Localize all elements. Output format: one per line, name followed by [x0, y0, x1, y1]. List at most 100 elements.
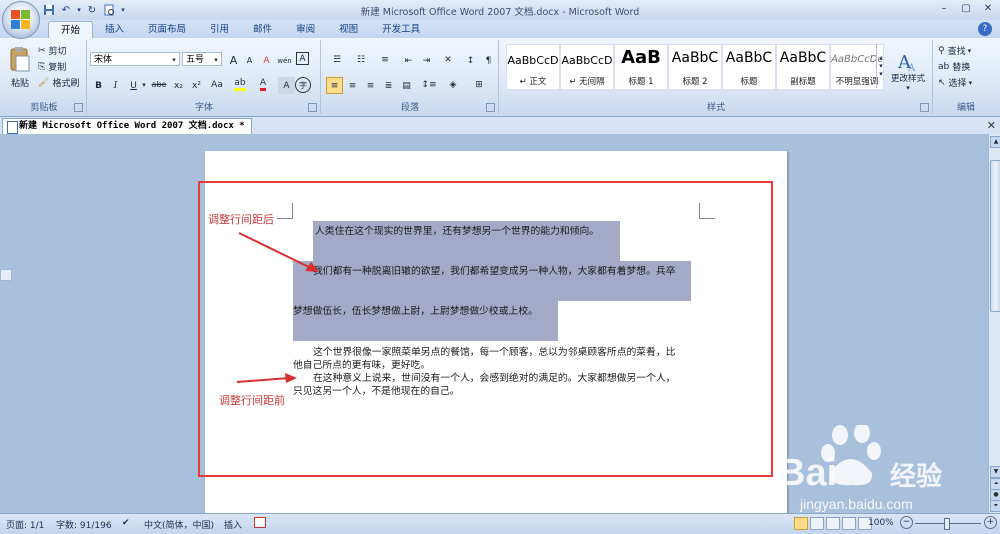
align-right-icon: ≡	[366, 80, 375, 91]
borders-button[interactable]: ⊞	[468, 77, 490, 92]
zoom-level[interactable]: 100%	[868, 518, 894, 528]
styles-scroll[interactable]: ▴ ▾ ▾	[876, 44, 885, 88]
show-marks-button[interactable]: ¶	[480, 52, 497, 69]
close-button[interactable]: ✕	[980, 2, 996, 16]
styles-group-label: 样式	[706, 103, 725, 113]
document-tab[interactable]: 新建 Microsoft Office Word 2007 文档.docx *	[2, 118, 252, 134]
style-name: 标题 2	[682, 77, 708, 87]
increase-indent-button[interactable]: ⇥	[418, 52, 435, 69]
character-shading-button[interactable]: A	[278, 77, 295, 94]
align-right-button[interactable]: ≡	[362, 77, 379, 94]
styles-launcher-icon[interactable]	[920, 103, 929, 112]
justify-button[interactable]: ≣	[380, 77, 397, 94]
font-launcher-icon[interactable]	[308, 103, 317, 112]
paste-button[interactable]: 粘贴	[6, 42, 34, 92]
clear-format-button[interactable]: A	[258, 52, 275, 69]
proofing-icon[interactable]: ✔	[122, 518, 130, 528]
ruler-toggle-icon[interactable]	[0, 269, 12, 281]
zoom-out-icon[interactable]: −	[900, 516, 913, 529]
bullets-button[interactable]: ☰	[326, 52, 348, 67]
tab-mailings[interactable]: 邮件	[241, 21, 284, 38]
maximize-button[interactable]: ▢	[958, 2, 974, 16]
style-no-spacing[interactable]: AaBbCcD ↵ 无间隔	[560, 44, 614, 90]
font-name-select[interactable]: 宋体 ▾	[90, 52, 180, 66]
select-label: 选择	[948, 79, 967, 89]
zoom-slider-thumb[interactable]	[944, 518, 950, 530]
distributed-button[interactable]: ▤	[398, 77, 415, 94]
scroll-down-icon[interactable]: ▼	[990, 466, 1000, 478]
tab-page-layout[interactable]: 页面布局	[136, 21, 198, 38]
align-left-button[interactable]: ≡	[326, 77, 343, 94]
full-screen-view-icon[interactable]	[810, 517, 824, 530]
scroll-up-icon[interactable]: ▲	[990, 136, 1000, 148]
style-heading-2[interactable]: AaBbC 标题 2	[668, 44, 722, 90]
language-indicator[interactable]: 中文(简体，中国)	[144, 518, 214, 531]
clipboard-group: 粘贴 ✂ 剪切 ⎘ 复制 🖌 格式刷 剪贴板	[2, 40, 87, 114]
minimize-button[interactable]: –	[936, 2, 952, 16]
close-document-icon[interactable]: ✕	[987, 119, 996, 132]
insert-mode[interactable]: 插入	[224, 518, 242, 531]
macro-record-icon[interactable]	[254, 517, 266, 528]
font-size-select[interactable]: 五号 ▾	[182, 52, 222, 66]
outline-view-icon[interactable]	[842, 517, 856, 530]
style-normal[interactable]: AaBbCcD ↵ 正文	[506, 44, 560, 90]
help-icon[interactable]: ?	[978, 22, 992, 36]
change-case-button[interactable]: Aa	[206, 77, 228, 92]
tab-insert[interactable]: 插入	[93, 21, 136, 38]
copy-button[interactable]: ⎘ 复制	[38, 60, 66, 74]
multilevel-list-button[interactable]: ≡	[374, 52, 396, 67]
change-styles-icon: AA	[897, 52, 916, 72]
tab-view[interactable]: 视图	[327, 21, 370, 38]
style-heading-1[interactable]: AaB 标题 1	[614, 44, 668, 90]
office-button[interactable]	[2, 1, 40, 39]
page-indicator[interactable]: 页面: 1/1	[6, 518, 44, 531]
paste-icon	[10, 46, 30, 71]
select-button[interactable]: ↖ 选择 ▾	[938, 76, 972, 90]
shading-button[interactable]: ◈	[442, 77, 464, 92]
cut-button[interactable]: ✂ 剪切	[38, 44, 67, 58]
bold-button[interactable]: B	[90, 77, 107, 94]
strikethrough-button[interactable]: abe	[150, 77, 168, 92]
style-subtitle[interactable]: AaBbC 副标题	[776, 44, 830, 90]
replace-button[interactable]: ab 替换	[938, 60, 970, 74]
word-count[interactable]: 字数: 91/196	[56, 518, 112, 531]
style-sample: AaBbCcD	[561, 54, 613, 67]
paragraph-launcher-icon[interactable]	[486, 103, 495, 112]
annotation-after-label: 调整行间距后	[208, 213, 274, 226]
shrink-font-button[interactable]: A	[241, 52, 258, 69]
superscript-button[interactable]: x²	[188, 77, 205, 94]
grow-font-button[interactable]: A	[225, 52, 242, 69]
style-title[interactable]: AaBbC 标题	[722, 44, 776, 90]
enclose-characters-button[interactable]: 字	[295, 77, 311, 93]
change-styles-button[interactable]: AA 更改样式 ▾	[888, 42, 928, 100]
multilevel-list-icon: ≡	[381, 54, 389, 65]
tab-developer[interactable]: 开发工具	[370, 21, 432, 38]
find-button[interactable]: ⚲ 查找 ▾	[938, 44, 971, 58]
highlight-button[interactable]: ab	[230, 77, 250, 92]
sort-button[interactable]: ↕	[462, 52, 479, 69]
underline-dropdown-icon[interactable]: ▾	[140, 77, 148, 92]
tab-review[interactable]: 审阅	[284, 21, 327, 38]
status-bar: 页面: 1/1 字数: 91/196 ✔ 中文(简体，中国) 插入 100% −…	[0, 513, 1000, 534]
shading-label: A	[283, 80, 290, 91]
style-sample: AaBbC	[779, 50, 827, 66]
tab-references[interactable]: 引用	[198, 21, 241, 38]
line-spacing-button[interactable]: ↕≡	[418, 77, 440, 92]
print-layout-view-icon[interactable]	[794, 517, 808, 530]
align-center-button[interactable]: ≡	[344, 77, 361, 94]
italic-button[interactable]: I	[107, 77, 124, 94]
numbering-button[interactable]: ☷	[350, 52, 372, 67]
zoom-in-icon[interactable]: +	[984, 516, 997, 529]
scroll-thumb[interactable]	[990, 160, 1000, 312]
next-page-icon[interactable]: ⏷	[990, 500, 1000, 512]
web-layout-view-icon[interactable]	[826, 517, 840, 530]
phonetic-guide-button[interactable]: wén	[276, 52, 293, 69]
clipboard-launcher-icon[interactable]	[74, 103, 83, 112]
subscript-button[interactable]: x₂	[170, 77, 187, 94]
chinese-layout-button[interactable]: ✕	[438, 52, 458, 67]
tab-home[interactable]: 开始	[48, 21, 94, 39]
decrease-indent-button[interactable]: ⇤	[400, 52, 417, 69]
format-painter-button[interactable]: 🖌 格式刷	[38, 76, 79, 90]
font-color-button[interactable]: A	[254, 77, 272, 92]
character-border-button[interactable]: A	[296, 52, 309, 65]
